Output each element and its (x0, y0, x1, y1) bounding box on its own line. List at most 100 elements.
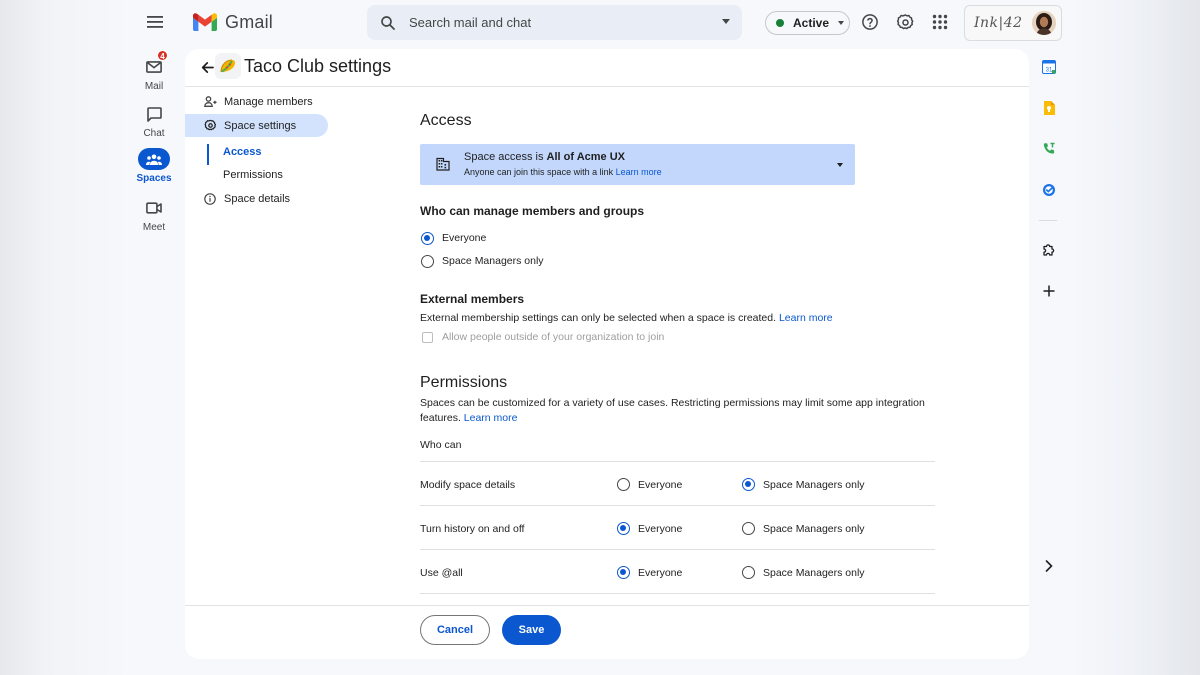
gmail-logo[interactable]: Gmail (193, 11, 273, 33)
access-value: All of Acme UX (546, 151, 625, 163)
keep-icon[interactable] (1039, 98, 1059, 118)
radio-label: Everyone (638, 523, 683, 535)
divider (420, 461, 935, 462)
external-members-heading: External members (420, 292, 525, 306)
nav-permissions[interactable]: Permissions (223, 169, 283, 181)
nav-space-settings[interactable]: Space settings (185, 114, 328, 137)
page-title: Taco Club settings (244, 56, 392, 76)
building-icon (436, 157, 450, 171)
people-icon (203, 95, 217, 109)
rail-item-spaces[interactable]: Spaces (131, 148, 177, 184)
gmail-app: Gmail Active Ink|42 (131, 0, 1068, 675)
save-button[interactable]: Save (502, 615, 561, 645)
access-heading: Access (420, 112, 472, 129)
help-icon[interactable] (859, 11, 881, 33)
who-can-label: Who can (420, 439, 462, 451)
radio-manage-managers[interactable] (421, 255, 434, 268)
radio-label: Everyone (638, 567, 683, 579)
radio-label: Space Managers only (763, 567, 865, 579)
account-switcher[interactable]: Ink|42 (964, 5, 1062, 41)
spaces-icon (138, 148, 170, 170)
settings-gear-icon[interactable] (894, 11, 916, 33)
addons-puzzle-icon[interactable] (1039, 240, 1059, 260)
perm-row-label: Use @all (420, 567, 463, 579)
search-icon[interactable] (379, 14, 397, 32)
active-indicator (207, 144, 209, 165)
status-dot-icon (776, 19, 784, 27)
search-options-icon[interactable] (722, 19, 730, 24)
radio-manage-everyone[interactable] (421, 232, 434, 245)
taco-emoji-icon (215, 53, 241, 79)
divider (420, 593, 935, 594)
nav-label: Space settings (224, 119, 297, 132)
perm-row-label: Turn history on and off (420, 523, 525, 535)
perm-row-label: Modify space details (420, 479, 516, 491)
nav-space-details[interactable]: Space details (203, 187, 290, 210)
rail-item-label: Spaces (136, 173, 172, 184)
rail-item-chat[interactable]: Chat (131, 103, 177, 139)
gear-icon (203, 119, 217, 133)
add-icon[interactable] (1039, 281, 1059, 301)
main-menu-icon[interactable] (143, 10, 167, 34)
divider (1039, 220, 1057, 221)
voice-icon[interactable] (1039, 139, 1059, 159)
allow-external-checkbox[interactable] (422, 332, 433, 343)
search-bar[interactable] (367, 5, 742, 40)
access-note: Anyone can join this space with a link L… (464, 167, 662, 177)
top-bar: Gmail Active Ink|42 (131, 0, 1068, 46)
info-icon (203, 192, 217, 206)
gmail-m-icon (193, 13, 217, 31)
divider (420, 549, 935, 550)
nav-access[interactable]: Access (223, 146, 262, 158)
rail-item-mail[interactable]: 4 Mail (131, 50, 177, 92)
status-dropdown[interactable]: Active (765, 11, 850, 35)
nav-label: Space details (224, 192, 291, 205)
search-input[interactable] (409, 15, 699, 30)
tasks-icon[interactable] (1039, 180, 1059, 200)
nav-manage-members[interactable]: Manage members (203, 90, 313, 113)
panel-header: Taco Club settings (185, 49, 1029, 87)
manage-members-heading: Who can manage members and groups (420, 204, 645, 218)
permissions-heading: Permissions (420, 374, 508, 391)
svg-text:31: 31 (1046, 68, 1053, 74)
radio-label: Space Managers only (763, 479, 865, 491)
footer-divider (185, 605, 1029, 606)
chat-icon (138, 103, 170, 125)
rail-item-label: Meet (142, 222, 166, 233)
chevron-right-icon[interactable] (1039, 556, 1059, 576)
checkbox-label: Allow people outside of your organizatio… (442, 331, 665, 343)
radio-modify-managers[interactable] (742, 478, 755, 491)
mail-icon: 4 (138, 50, 170, 78)
meet-icon (138, 197, 170, 219)
permissions-text: Spaces can be customized for a variety o… (420, 397, 925, 424)
radio-label: Everyone (638, 479, 683, 491)
radio-history-managers[interactable] (742, 522, 755, 535)
radio-history-everyone[interactable] (617, 522, 630, 535)
access-dropdown[interactable]: Space access is All of Acme UX Anyone ca… (420, 144, 855, 185)
divider (420, 505, 935, 506)
apps-grid-icon[interactable] (929, 11, 951, 33)
settings-panel: Taco Club settings Manage members Space … (185, 49, 1029, 659)
learn-more-link[interactable]: Learn more (464, 412, 518, 424)
learn-more-link[interactable]: Learn more (616, 167, 662, 177)
radio-atall-everyone[interactable] (617, 566, 630, 579)
nav-label: Manage members (224, 95, 313, 108)
radio-label: Space Managers only (442, 255, 544, 267)
radio-modify-everyone[interactable] (617, 478, 630, 491)
unread-count-badge: 4 (157, 50, 168, 61)
calendar-icon[interactable]: 31 (1039, 57, 1059, 77)
radio-atall-managers[interactable] (742, 566, 755, 579)
gmail-wordmark: Gmail (225, 11, 274, 32)
radio-label: Space Managers only (763, 523, 865, 535)
learn-more-link[interactable]: Learn more (779, 312, 833, 324)
chevron-down-icon (837, 163, 843, 167)
chevron-down-icon (838, 21, 845, 25)
rail-item-label: Mail (144, 81, 164, 92)
access-summary: Space access is All of Acme UX (464, 151, 625, 163)
avatar[interactable] (1032, 11, 1056, 35)
status-label: Active (793, 16, 830, 30)
rail-item-meet[interactable]: Meet (131, 197, 177, 233)
rail-item-label: Chat (143, 128, 165, 139)
cancel-button[interactable]: Cancel (420, 615, 490, 645)
external-members-text: External membership settings can only be… (420, 312, 833, 324)
